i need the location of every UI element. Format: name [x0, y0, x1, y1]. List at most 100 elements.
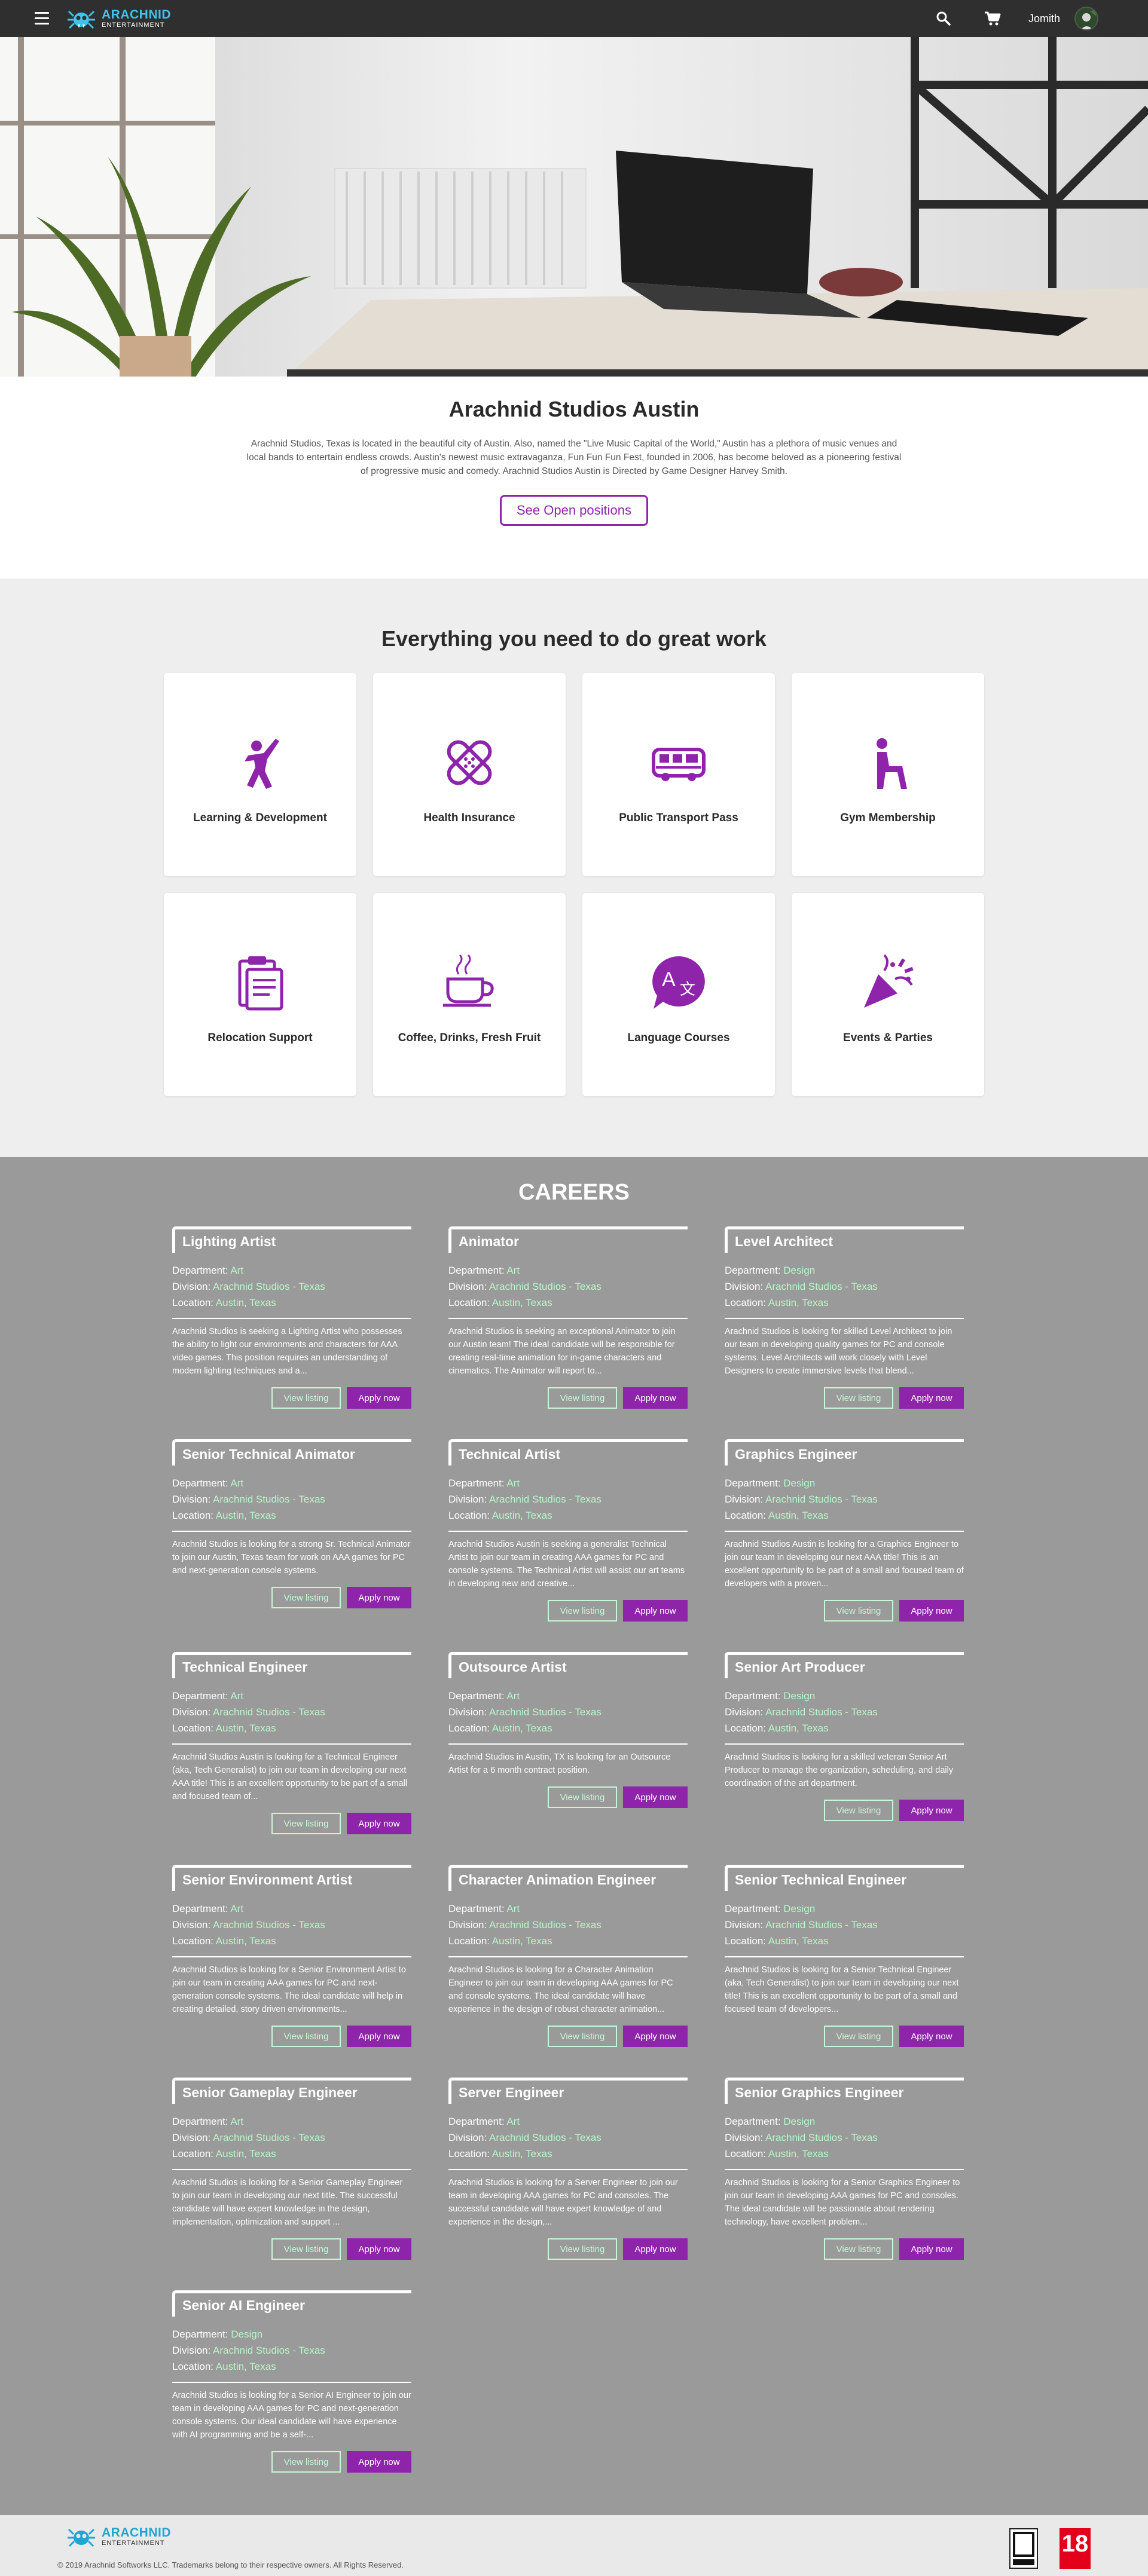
job-title[interactable]: Lighting Artist — [172, 1226, 411, 1253]
cart-icon[interactable] — [984, 11, 1001, 26]
department-value[interactable]: Art — [230, 1477, 243, 1489]
apply-now-button[interactable]: Apply now — [347, 2026, 411, 2047]
job-title[interactable]: Senior Environment Artist — [172, 1865, 411, 1891]
apply-now-button[interactable]: Apply now — [899, 2238, 964, 2260]
job-title[interactable]: Level Architect — [725, 1226, 964, 1253]
job-title[interactable]: Senior Technical Animator — [172, 1439, 411, 1466]
department-value[interactable]: Art — [506, 1690, 520, 1702]
apply-now-button[interactable]: Apply now — [899, 1600, 964, 1622]
view-listing-button[interactable]: View listing — [548, 1387, 617, 1409]
location-value[interactable]: Austin, Texas — [768, 1723, 829, 1734]
department-value[interactable]: Design — [783, 1265, 815, 1276]
location-value[interactable]: Austin, Texas — [216, 1935, 276, 1947]
location-value[interactable]: Austin, Texas — [216, 2361, 276, 2372]
department-value[interactable]: Art — [506, 1265, 520, 1276]
view-listing-button[interactable]: View listing — [548, 2026, 617, 2047]
division-value[interactable]: Arachnid Studios - Texas — [765, 2132, 878, 2143]
division-value[interactable]: Arachnid Studios - Texas — [765, 1281, 878, 1292]
location-value[interactable]: Austin, Texas — [216, 1510, 276, 1521]
job-title[interactable]: Server Engineer — [448, 2078, 688, 2104]
department-value[interactable]: Design — [783, 1477, 815, 1489]
division-value[interactable]: Arachnid Studios - Texas — [213, 2345, 325, 2356]
location-value[interactable]: Austin, Texas — [768, 1935, 829, 1947]
division-value[interactable]: Arachnid Studios - Texas — [213, 1281, 325, 1292]
location-value[interactable]: Austin, Texas — [492, 1935, 552, 1947]
apply-now-button[interactable]: Apply now — [347, 2451, 411, 2473]
department-value[interactable]: Design — [783, 1690, 815, 1702]
department-value[interactable]: Art — [506, 1477, 520, 1489]
job-title[interactable]: Senior Graphics Engineer — [725, 2078, 964, 2104]
division-value[interactable]: Arachnid Studios - Texas — [489, 1706, 602, 1718]
view-listing-button[interactable]: View listing — [824, 2026, 893, 2047]
location-value[interactable]: Austin, Texas — [492, 2148, 552, 2159]
department-value[interactable]: Art — [230, 2116, 243, 2127]
apply-now-button[interactable]: Apply now — [347, 1587, 411, 1608]
department-value[interactable]: Design — [783, 2116, 815, 2127]
apply-now-button[interactable]: Apply now — [623, 1387, 688, 1409]
location-value[interactable]: Austin, Texas — [216, 2148, 276, 2159]
department-value[interactable]: Design — [231, 2329, 262, 2340]
division-value[interactable]: Arachnid Studios - Texas — [765, 1706, 878, 1718]
job-title[interactable]: Graphics Engineer — [725, 1439, 964, 1466]
footer-logo[interactable]: ARACHNID ENTERTAINMENT — [67, 2525, 171, 2549]
division-value[interactable]: Arachnid Studios - Texas — [765, 1494, 878, 1505]
job-title[interactable]: Senior Technical Engineer — [725, 1865, 964, 1891]
view-listing-button[interactable]: View listing — [271, 2026, 341, 2047]
apply-now-button[interactable]: Apply now — [623, 1786, 688, 1808]
view-listing-button[interactable]: View listing — [271, 2451, 341, 2473]
view-listing-button[interactable]: View listing — [271, 1387, 341, 1409]
location-value[interactable]: Austin, Texas — [768, 1510, 829, 1521]
department-value[interactable]: Art — [230, 1690, 243, 1702]
department-value[interactable]: Design — [783, 1903, 815, 1914]
apply-now-button[interactable]: Apply now — [623, 2238, 688, 2260]
apply-now-button[interactable]: Apply now — [347, 2238, 411, 2260]
see-open-positions-button[interactable]: See Open positions — [500, 495, 648, 526]
view-listing-button[interactable]: View listing — [824, 1600, 893, 1622]
division-value[interactable]: Arachnid Studios - Texas — [213, 2132, 325, 2143]
location-value[interactable]: Austin, Texas — [216, 1297, 276, 1308]
division-value[interactable]: Arachnid Studios - Texas — [213, 1706, 325, 1718]
division-value[interactable]: Arachnid Studios - Texas — [765, 1919, 878, 1931]
location-value[interactable]: Austin, Texas — [492, 1723, 552, 1734]
view-listing-button[interactable]: View listing — [271, 1813, 341, 1834]
job-title[interactable]: Character Animation Engineer — [448, 1865, 688, 1891]
location-value[interactable]: Austin, Texas — [492, 1297, 552, 1308]
job-title[interactable]: Animator — [448, 1226, 688, 1253]
division-value[interactable]: Arachnid Studios - Texas — [213, 1494, 325, 1505]
location-value[interactable]: Austin, Texas — [492, 1510, 552, 1521]
view-listing-button[interactable]: View listing — [548, 1600, 617, 1622]
department-value[interactable]: Art — [506, 2116, 520, 2127]
apply-now-button[interactable]: Apply now — [899, 2026, 964, 2047]
apply-now-button[interactable]: Apply now — [899, 1387, 964, 1409]
division-value[interactable]: Arachnid Studios - Texas — [213, 1919, 325, 1931]
department-value[interactable]: Art — [230, 1903, 243, 1914]
username[interactable]: Jomith — [1028, 13, 1060, 25]
department-value[interactable]: Art — [230, 1265, 243, 1276]
view-listing-button[interactable]: View listing — [271, 1587, 341, 1608]
job-title[interactable]: Technical Engineer — [172, 1652, 411, 1678]
department-value[interactable]: Art — [506, 1903, 520, 1914]
division-value[interactable]: Arachnid Studios - Texas — [489, 1919, 602, 1931]
search-icon[interactable] — [936, 11, 951, 26]
view-listing-button[interactable]: View listing — [824, 1800, 893, 1821]
job-title[interactable]: Outsource Artist — [448, 1652, 688, 1678]
apply-now-button[interactable]: Apply now — [347, 1813, 411, 1834]
avatar[interactable] — [1074, 7, 1098, 30]
apply-now-button[interactable]: Apply now — [347, 1387, 411, 1409]
apply-now-button[interactable]: Apply now — [899, 1800, 964, 1821]
division-value[interactable]: Arachnid Studios - Texas — [489, 2132, 602, 2143]
division-value[interactable]: Arachnid Studios - Texas — [489, 1281, 602, 1292]
apply-now-button[interactable]: Apply now — [623, 1600, 688, 1622]
job-title[interactable]: Senior AI Engineer — [172, 2290, 411, 2317]
view-listing-button[interactable]: View listing — [824, 2238, 893, 2260]
job-title[interactable]: Senior Art Producer — [725, 1652, 964, 1678]
job-title[interactable]: Senior Gameplay Engineer — [172, 2078, 411, 2104]
location-value[interactable]: Austin, Texas — [768, 2148, 829, 2159]
location-value[interactable]: Austin, Texas — [768, 1297, 829, 1308]
menu-icon[interactable] — [35, 12, 49, 25]
view-listing-button[interactable]: View listing — [548, 1786, 617, 1808]
apply-now-button[interactable]: Apply now — [623, 2026, 688, 2047]
logo[interactable]: ARACHNID ENTERTAINMENT — [67, 5, 171, 32]
view-listing-button[interactable]: View listing — [824, 1387, 893, 1409]
job-title[interactable]: Technical Artist — [448, 1439, 688, 1466]
